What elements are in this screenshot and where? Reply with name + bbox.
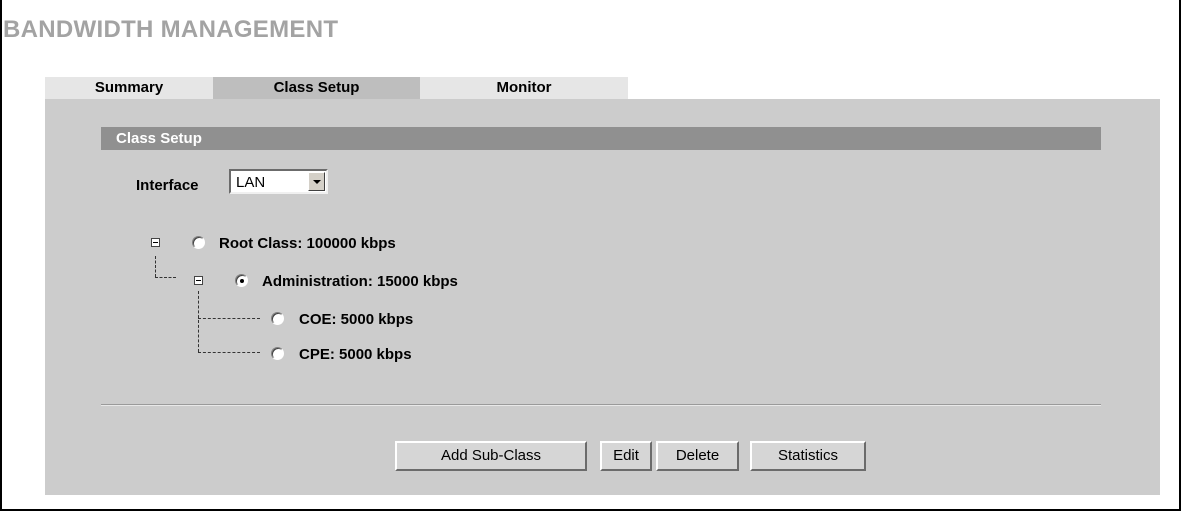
root-class-radio[interactable] xyxy=(192,236,205,249)
root-class-label: Root Class: 100000 kbps xyxy=(219,235,396,252)
edit-button[interactable]: Edit xyxy=(600,441,652,471)
tree-connector xyxy=(198,318,260,319)
tree-connector xyxy=(198,352,260,353)
tree-connector xyxy=(155,277,176,278)
administration-radio[interactable] xyxy=(235,274,248,287)
tab-monitor[interactable]: Monitor xyxy=(420,77,628,99)
interface-select-value: LAN xyxy=(236,174,266,191)
collapse-icon[interactable] xyxy=(194,276,203,285)
add-sub-class-button[interactable]: Add Sub-Class xyxy=(395,441,587,471)
interface-select[interactable]: LAN xyxy=(229,169,328,194)
cpe-label: CPE: 5000 kbps xyxy=(299,346,412,363)
tree-connector xyxy=(155,256,156,277)
tab-class-setup[interactable]: Class Setup xyxy=(213,77,420,99)
divider xyxy=(101,404,1101,406)
section-header: Class Setup xyxy=(101,127,1101,150)
delete-button[interactable]: Delete xyxy=(656,441,739,471)
class-setup-panel: Class Setup Interface LAN Root Class: 10… xyxy=(45,99,1160,495)
chevron-down-icon[interactable] xyxy=(308,172,325,191)
interface-label: Interface xyxy=(136,177,199,194)
coe-radio[interactable] xyxy=(271,312,284,325)
coe-label: COE: 5000 kbps xyxy=(299,311,414,328)
cpe-radio[interactable] xyxy=(271,347,284,360)
tab-summary[interactable]: Summary xyxy=(45,77,213,99)
statistics-button[interactable]: Statistics xyxy=(750,441,866,471)
page-title: BANDWIDTH MANAGEMENT xyxy=(3,16,339,43)
administration-label: Administration: 15000 kbps xyxy=(262,273,458,290)
collapse-icon[interactable] xyxy=(151,238,160,247)
tree-connector xyxy=(198,291,199,352)
